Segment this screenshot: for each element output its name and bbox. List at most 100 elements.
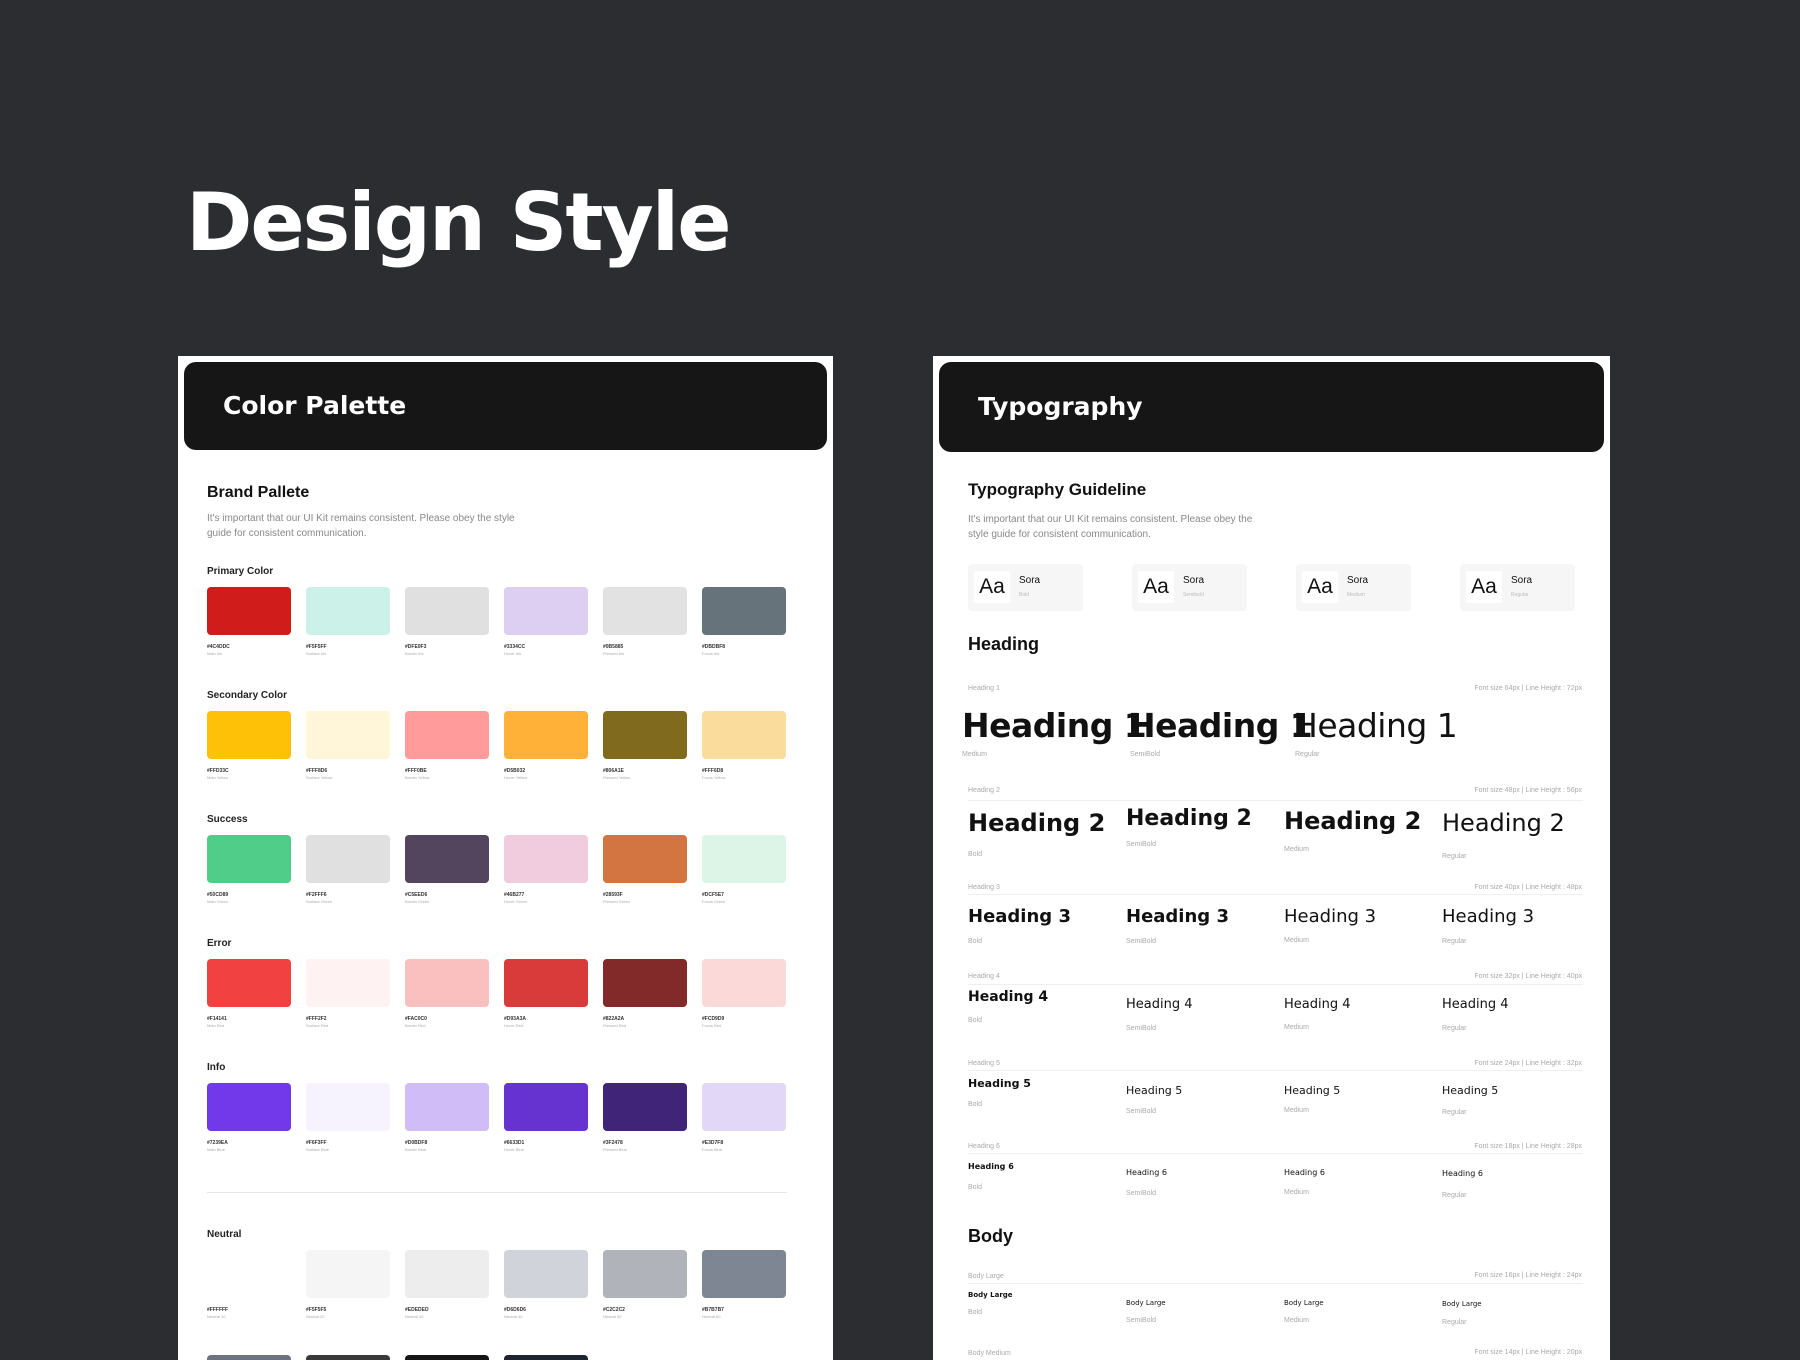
- swatch-name: Neutral 50: [603, 1314, 622, 1319]
- font-card[interactable]: Aa Sora Bold: [968, 564, 1083, 611]
- color-swatch[interactable]: #F5F5FF Surface Iris: [306, 587, 390, 657]
- color-swatch[interactable]: #DCF5E7 Focus Green: [702, 835, 786, 905]
- swatch-color-box[interactable]: [405, 587, 489, 635]
- swatch-color-box[interactable]: [702, 1250, 786, 1298]
- swatch-color-box[interactable]: [702, 587, 786, 635]
- swatch-color-box[interactable]: [405, 959, 489, 1007]
- swatch-color-box[interactable]: [702, 1083, 786, 1131]
- color-swatch[interactable]: #4C4DDC Main Iris: [207, 587, 291, 657]
- swatch-color-box[interactable]: [504, 711, 588, 759]
- color-swatch[interactable]: #B7B7B7 Neutral 60: [702, 1250, 786, 1320]
- swatch-color-box[interactable]: [306, 711, 390, 759]
- color-swatch[interactable]: [405, 1355, 489, 1360]
- color-swatch[interactable]: #FFF6D8 Focus Yellow: [702, 711, 786, 781]
- swatch-name: Neutral 60: [702, 1314, 721, 1319]
- color-swatch[interactable]: #D93A3A Hover Red: [504, 959, 588, 1029]
- color-swatch[interactable]: #E3D7F8 Focus Blue: [702, 1083, 786, 1153]
- color-swatch[interactable]: [207, 1355, 291, 1360]
- color-swatch[interactable]: #F2FFF6 Surface Green: [306, 835, 390, 905]
- color-swatch[interactable]: #D5B032 Hover Yellow: [504, 711, 588, 781]
- font-card[interactable]: Aa Sora Regular: [1460, 564, 1575, 611]
- color-swatch[interactable]: #0B5885 Pressed Iris: [603, 587, 687, 657]
- swatch-color-box[interactable]: [603, 1250, 687, 1298]
- color-swatch[interactable]: #7239EA Main Blue: [207, 1083, 291, 1153]
- swatch-color-box[interactable]: [306, 587, 390, 635]
- font-name: Sora: [1511, 575, 1533, 586]
- color-swatch[interactable]: #806A1E Pressed Yellow: [603, 711, 687, 781]
- swatch-color-box[interactable]: [702, 835, 786, 883]
- color-swatch[interactable]: #DFE0F3 Border Iris: [405, 587, 489, 657]
- swatch-color-box[interactable]: [603, 587, 687, 635]
- swatch-name: Pressed Red: [603, 1023, 627, 1028]
- swatch-color-box[interactable]: [207, 835, 291, 883]
- color-swatch[interactable]: #46B277 Hover Green: [504, 835, 588, 905]
- swatch-color-box[interactable]: [306, 959, 390, 1007]
- swatch-color-box[interactable]: [207, 1083, 291, 1131]
- swatch-color-box[interactable]: [603, 835, 687, 883]
- weight-label: Medium: [962, 751, 987, 758]
- color-swatch[interactable]: #C5EED6 Border Green: [405, 835, 489, 905]
- swatch-name: Pressed Yellow: [603, 775, 631, 780]
- color-swatch[interactable]: #FFF8D6 Surface Yellow: [306, 711, 390, 781]
- color-swatch[interactable]: #FFFFFF Neutral 10: [207, 1250, 291, 1320]
- color-swatch[interactable]: #F5F5F5 Neutral 20: [306, 1250, 390, 1320]
- color-swatch[interactable]: #F6F3FF Surface Blue: [306, 1083, 390, 1153]
- swatch-hex: #7239EA: [207, 1140, 228, 1146]
- swatch-color-box[interactable]: [504, 1250, 588, 1298]
- color-swatch[interactable]: #C2C2C2 Neutral 50: [603, 1250, 687, 1320]
- color-swatch[interactable]: #F14141 Main Red: [207, 959, 291, 1029]
- swatch-color-box[interactable]: [306, 1083, 390, 1131]
- color-swatch[interactable]: #EDEDED Neutral 30: [405, 1250, 489, 1320]
- font-card[interactable]: Aa Sora Medium: [1296, 564, 1411, 611]
- color-swatch[interactable]: #DBDBF8 Focus Iris: [702, 587, 786, 657]
- swatch-color-box[interactable]: [207, 711, 291, 759]
- swatch-hex: #50CD89: [207, 892, 229, 898]
- palette-group-label: Error: [207, 938, 232, 949]
- color-swatch[interactable]: #822A2A Pressed Red: [603, 959, 687, 1029]
- font-card[interactable]: Aa Sora Semibold: [1132, 564, 1247, 611]
- color-swatch[interactable]: #FAC0C0 Border Red: [405, 959, 489, 1029]
- swatch-color-box[interactable]: [207, 1355, 291, 1360]
- swatch-color-box[interactable]: [207, 587, 291, 635]
- color-swatch[interactable]: #50CD89 Main Green: [207, 835, 291, 905]
- body-spec: Font size 14px | Line Height : 20px: [1474, 1349, 1582, 1356]
- color-swatch[interactable]: #D6D6D6 Neutral 40: [504, 1250, 588, 1320]
- color-swatch[interactable]: #3F2478 Pressed Blue: [603, 1083, 687, 1153]
- swatch-color-box[interactable]: [504, 587, 588, 635]
- color-swatch[interactable]: #3334CC Hover Iris: [504, 587, 588, 657]
- color-swatch[interactable]: #6633D1 Hover Blue: [504, 1083, 588, 1153]
- swatch-color-box[interactable]: [207, 959, 291, 1007]
- swatch-color-box[interactable]: [405, 1250, 489, 1298]
- heading-sample: Heading 2: [968, 809, 1106, 837]
- color-swatch[interactable]: #FFF0BE Border Yellow: [405, 711, 489, 781]
- swatch-color-box[interactable]: [207, 1250, 291, 1298]
- swatch-color-box[interactable]: [504, 1355, 588, 1360]
- color-swatch[interactable]: #FFF2F2 Surface Red: [306, 959, 390, 1029]
- color-swatch[interactable]: [504, 1355, 588, 1360]
- color-swatch[interactable]: [306, 1355, 390, 1360]
- swatch-color-box[interactable]: [702, 959, 786, 1007]
- swatch-color-box[interactable]: [504, 835, 588, 883]
- swatch-color-box[interactable]: [702, 711, 786, 759]
- swatch-color-box[interactable]: [306, 1250, 390, 1298]
- swatch-color-box[interactable]: [603, 711, 687, 759]
- weight-label: Regular: [1442, 1192, 1467, 1199]
- swatch-color-box[interactable]: [405, 1355, 489, 1360]
- swatch-color-box[interactable]: [405, 1083, 489, 1131]
- palette-divider: [207, 1192, 787, 1193]
- color-swatch[interactable]: #FCD9D9 Focus Red: [702, 959, 786, 1029]
- swatch-color-box[interactable]: [405, 711, 489, 759]
- swatch-color-box[interactable]: [306, 1355, 390, 1360]
- heading-sample: Heading 5: [968, 1077, 1031, 1090]
- color-swatch[interactable]: #FFD33C Main Yellow: [207, 711, 291, 781]
- swatch-color-box[interactable]: [603, 959, 687, 1007]
- weight-label: SemiBold: [1126, 841, 1156, 848]
- color-swatch[interactable]: #28593F Pressed Green: [603, 835, 687, 905]
- swatch-color-box[interactable]: [306, 835, 390, 883]
- swatch-color-box[interactable]: [405, 835, 489, 883]
- swatch-color-box[interactable]: [504, 1083, 588, 1131]
- swatch-color-box[interactable]: [504, 959, 588, 1007]
- color-swatch[interactable]: #D0BDF8 Border Blue: [405, 1083, 489, 1153]
- weight-label: SemiBold: [1126, 1317, 1156, 1324]
- swatch-color-box[interactable]: [603, 1083, 687, 1131]
